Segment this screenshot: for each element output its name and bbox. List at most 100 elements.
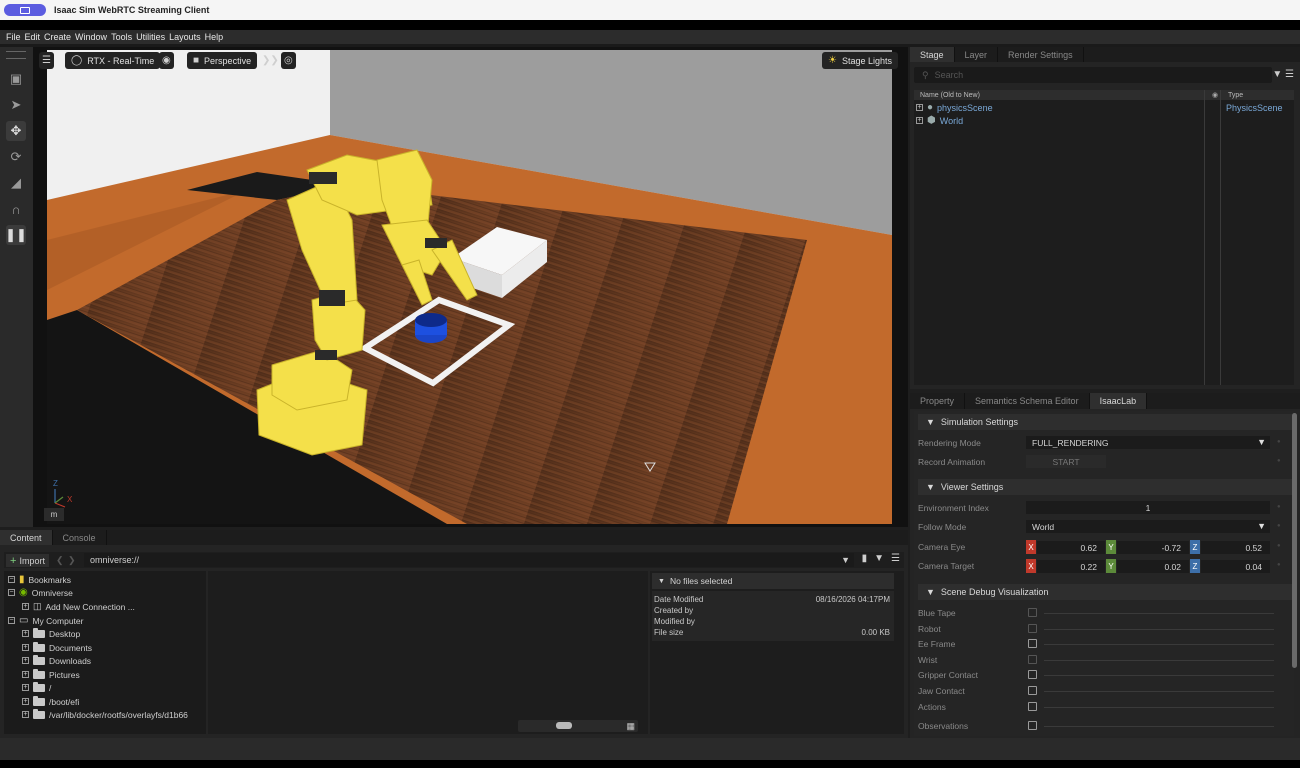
move-icon[interactable]: ✥ [6, 121, 26, 141]
back-arrow-icon[interactable]: ❮ [56, 555, 64, 566]
rotate-icon[interactable]: ⟳ [6, 147, 26, 167]
robot-checkbox[interactable] [1028, 624, 1037, 633]
tab-render-settings[interactable]: Render Settings [998, 47, 1084, 62]
tab-semantics-schema-editor[interactable]: Semantics Schema Editor [965, 393, 1090, 409]
menu-create[interactable]: Create [44, 32, 71, 42]
record-start-button[interactable]: START [1026, 455, 1106, 468]
tree-item-omniverse[interactable]: − ◉ Omniverse [8, 586, 73, 599]
tree-item-pictures[interactable]: + Pictures [22, 668, 80, 681]
tab-console[interactable]: Console [53, 530, 107, 545]
menu-tools[interactable]: Tools [111, 32, 132, 42]
menu-help[interactable]: Help [205, 32, 224, 42]
file-info-header[interactable]: ▼ No files selected [652, 573, 894, 589]
select-mode-icon[interactable]: ▣ [6, 69, 26, 89]
scale-icon[interactable]: ◢ [6, 173, 26, 193]
app-icon[interactable] [4, 4, 46, 16]
ee-frame-checkbox[interactable] [1028, 639, 1037, 648]
viewport-settings-button[interactable]: ☰ [39, 52, 54, 69]
stage-item-physicsscene[interactable]: + ● physicsScene [916, 101, 993, 114]
collapse-icon[interactable]: − [8, 617, 15, 624]
stage-lights-button[interactable]: ☀ Stage Lights [822, 52, 899, 69]
pause-icon[interactable]: ❚❚ [5, 225, 27, 245]
import-button[interactable]: + Import [6, 554, 49, 567]
property-scrollbar[interactable] [1292, 413, 1297, 668]
expand-icon[interactable]: + [22, 671, 29, 678]
camera-eye-y[interactable]: -0.72 [1117, 541, 1189, 554]
menu-layouts[interactable]: Layouts [169, 32, 201, 42]
collapse-icon[interactable]: − [8, 589, 15, 596]
expand-icon[interactable]: + [22, 711, 29, 718]
expand-icon[interactable]: + [916, 117, 923, 124]
bookmark-icon[interactable]: ▮ [862, 553, 868, 564]
tab-isaaclab[interactable]: IsaacLab [1089, 393, 1148, 409]
thumbnail-size-slider[interactable]: ▦ [518, 720, 638, 732]
content-file-area[interactable]: ▦ [208, 571, 648, 734]
grid-view-icon[interactable]: ▦ [626, 721, 635, 732]
expand-icon[interactable]: + [22, 630, 29, 637]
toolbar-grip[interactable] [6, 51, 26, 59]
menu-icon[interactable]: ☰ [891, 553, 900, 564]
wrist-checkbox[interactable] [1028, 655, 1037, 664]
tree-item-documents[interactable]: + Documents [22, 641, 92, 654]
tree-item-var-lib-docker[interactable]: +/var/lib/docker/rootfs/overlayfs/d1b66 [22, 708, 188, 721]
gripper-contact-checkbox[interactable] [1028, 670, 1037, 679]
tree-item-downloads[interactable]: + Downloads [22, 654, 91, 667]
expand-icon[interactable]: + [22, 698, 29, 705]
tab-content[interactable]: Content [0, 530, 53, 545]
camera-target-y[interactable]: 0.02 [1117, 560, 1189, 573]
menu-icon[interactable]: ☰ [1285, 69, 1294, 80]
scene-render[interactable] [47, 50, 892, 524]
tree-item-desktop[interactable]: + Desktop [22, 627, 80, 640]
tab-stage[interactable]: Stage [910, 47, 955, 62]
chevron-down-icon[interactable]: ▼ [841, 555, 850, 565]
filter-icon[interactable]: ▼ [1272, 69, 1282, 80]
menu-file[interactable]: File [6, 32, 21, 42]
camera-target-x[interactable]: 0.22 [1037, 560, 1105, 573]
stage-search-input[interactable]: ⚲ Search [914, 67, 1272, 83]
stage-item-world[interactable]: + ⬢ World [916, 114, 963, 127]
jaw-contact-checkbox[interactable] [1028, 686, 1037, 695]
filter-icon[interactable]: ▼ [874, 553, 884, 564]
section-simulation-settings[interactable]: ▼ Simulation Settings [918, 414, 1292, 430]
camera-target-z[interactable]: 0.04 [1201, 560, 1270, 573]
expand-icon[interactable]: + [916, 104, 923, 111]
camera-button[interactable]: ■ Perspective [187, 52, 258, 69]
expand-icon[interactable]: + [22, 644, 29, 651]
tree-item-add-connection[interactable]: + ◫ Add New Connection ... [22, 600, 135, 613]
menu-utilities[interactable]: Utilities [136, 32, 165, 42]
observations-checkbox[interactable] [1028, 721, 1037, 730]
follow-mode-dropdown[interactable]: World ▼ [1026, 520, 1270, 533]
visibility-button[interactable]: ◉ [159, 52, 174, 69]
visibility-col-icon[interactable]: ◉ [1212, 91, 1218, 99]
camera-eye-z[interactable]: 0.52 [1201, 541, 1270, 554]
tab-layer[interactable]: Layer [955, 47, 999, 62]
expand-icon[interactable]: + [22, 603, 29, 610]
expand-icon[interactable]: + [22, 657, 29, 664]
slider-knob[interactable] [556, 722, 572, 729]
tree-item-bookmarks[interactable]: − ▮ Bookmarks [8, 573, 71, 586]
rendering-mode-dropdown[interactable]: FULL_RENDERING ▼ [1026, 436, 1270, 449]
collapse-icon[interactable]: − [8, 576, 15, 583]
broadcast-button[interactable]: ◎ [281, 52, 296, 69]
environment-index-field[interactable]: 1 [1026, 501, 1270, 514]
blue-tape-checkbox[interactable] [1028, 608, 1037, 617]
tree-item-my-computer[interactable]: − ▭ My Computer [8, 614, 83, 627]
tree-item-root[interactable]: + / [22, 681, 51, 694]
select-arrow-icon[interactable]: ➤ [6, 95, 26, 115]
menu-edit[interactable]: Edit [25, 32, 41, 42]
tree-item-boot-efi[interactable]: +/boot/efi [22, 695, 79, 708]
col-type[interactable]: Type [1228, 92, 1243, 99]
section-viewer-settings[interactable]: ▼ Viewer Settings [918, 479, 1292, 495]
section-scene-debug-visualization[interactable]: ▼ Scene Debug Visualization [918, 584, 1292, 600]
expand-icon[interactable]: + [22, 684, 29, 691]
menu-window[interactable]: Window [75, 32, 107, 42]
camera-eye-x[interactable]: 0.62 [1037, 541, 1105, 554]
render-mode-button[interactable]: ◯ RTX - Real-Time [65, 52, 161, 69]
col-name[interactable]: Name (Old to New) [920, 92, 980, 99]
tab-property[interactable]: Property [910, 393, 966, 409]
snap-magnet-icon[interactable]: ∩ [6, 199, 26, 219]
actions-checkbox[interactable] [1028, 702, 1037, 711]
expand-icon[interactable]: ❯❯ [260, 52, 281, 69]
path-input[interactable]: omniverse://▼ [84, 553, 854, 567]
viewport[interactable]: ☰ ◯ RTX - Real-Time ◉ ■ Perspective ❯❯ ◎ ☀… [33, 47, 908, 527]
